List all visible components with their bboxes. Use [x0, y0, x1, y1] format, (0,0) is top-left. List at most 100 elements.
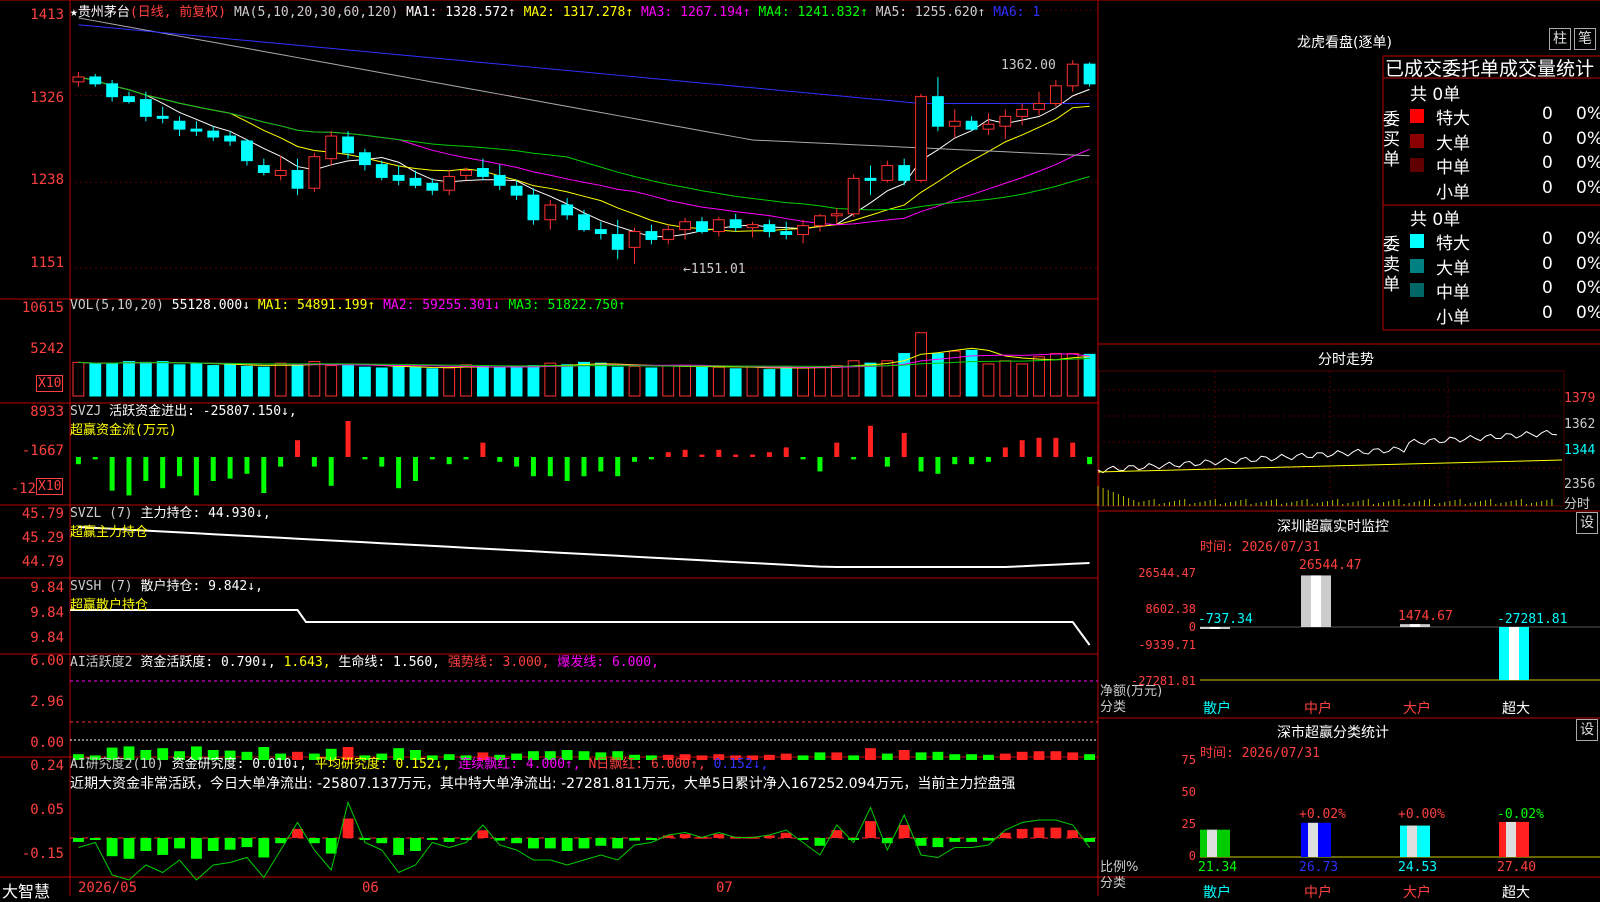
cls-value: 26.73: [1299, 860, 1339, 875]
cls-bar-highlight: [1207, 829, 1217, 857]
ai2-ytick: 0.24: [30, 758, 64, 774]
cls-category: 中户: [1304, 885, 1332, 901]
fenshi-ytick: 1344: [1564, 443, 1596, 458]
monitor-settings-button[interactable]: 设: [1576, 512, 1598, 534]
monitor-ytick: -9339.71: [1138, 638, 1196, 652]
candle-body: [156, 115, 169, 119]
sell-swatch: [1410, 307, 1424, 322]
low-price-label: ←1151.01: [683, 262, 746, 277]
ma-label: MA(5,10,20,30,60,120): [233, 5, 399, 20]
volume-bar: [712, 366, 725, 397]
sell-pct: 0%: [1576, 253, 1600, 274]
cls-category: 大户: [1403, 885, 1431, 901]
ai2-header: AI研究度2(10) 资金研究度: 0.010↓, 平均研究度: 0.152↓,…: [70, 753, 768, 772]
svzj-ytick: 8933: [30, 404, 64, 420]
research-bar: [140, 838, 152, 851]
sell-total: 共 0单: [1410, 210, 1461, 230]
research-bar: [1067, 830, 1079, 838]
cls-category: 超大: [1502, 885, 1530, 901]
candle-body: [1083, 63, 1096, 85]
volume-bar: [291, 364, 304, 397]
candle-body: [342, 136, 354, 154]
ma4-value: MA4: 1241.832↑: [758, 5, 868, 20]
research-bar: [410, 838, 421, 851]
monitor-bar-highlight: [1311, 575, 1321, 627]
buy-pct: 0%: [1576, 177, 1600, 198]
ai1-t5: 爆发线: 6.000,: [557, 655, 659, 670]
volume-bar: [89, 363, 102, 397]
candle-body: [746, 224, 759, 229]
flow-bar: [665, 452, 671, 457]
tick-mode-button[interactable]: 笔: [1574, 28, 1596, 50]
research-bar: [477, 830, 489, 838]
bar-mode-button[interactable]: 柱: [1549, 28, 1571, 50]
fenshi-ytick: 1362: [1564, 417, 1596, 432]
ma2-value: MA2: 1317.278↑: [523, 5, 634, 20]
svzl-ytick: 45.79: [21, 506, 64, 522]
svzj-header: SVZJ 活跃资金进出: -25807.150↓, 超赢资金流(万元): [70, 400, 297, 438]
candle-body: [628, 231, 641, 248]
svzj-sub: 超赢资金流(万元): [70, 423, 177, 438]
fenshi-ytick: 2356: [1564, 477, 1596, 492]
research-bar: [443, 838, 455, 842]
vol-header: VOL(5,10,20) 55128.000↓ MA1: 54891.199↑ …: [70, 298, 626, 313]
research-bar: [89, 838, 101, 840]
monitor-value: 26544.47: [1299, 558, 1362, 573]
candle-body: [241, 140, 253, 162]
svsh-value: 散户持仓: 9.842↓,: [140, 579, 263, 594]
flow-bar: [379, 457, 385, 467]
sell-label: 中单: [1436, 283, 1470, 303]
ai2-t4: N日飘红: 6.000↑,: [588, 757, 706, 772]
flow-bar: [311, 457, 317, 467]
volume-bar: [544, 362, 557, 397]
flow-bar: [480, 442, 486, 457]
volume-bar: [662, 365, 675, 397]
research-bar: [275, 838, 287, 844]
flow-bar: [969, 457, 975, 465]
buy-pct: 0%: [1576, 128, 1600, 149]
research-bar: [426, 838, 438, 840]
sell-label: 小单: [1436, 307, 1470, 328]
candle-body: [999, 115, 1012, 127]
candle-body: [696, 221, 708, 233]
svsh-label: SVSH (7): [70, 579, 133, 594]
activity-bar: [1016, 751, 1028, 760]
candle-body: [712, 219, 725, 233]
svzl-ytick: 44.79: [21, 554, 64, 570]
monitor-xlabel: 分类: [1100, 700, 1127, 715]
ma3-value: MA3: 1267.194↑: [640, 5, 751, 20]
candle-body: [881, 165, 894, 181]
flow-bar: [581, 457, 587, 477]
activity-bar: [932, 751, 944, 760]
svsh-ytick: 9.84: [30, 605, 64, 621]
sell-pct: 0%: [1576, 229, 1600, 249]
ai2-ytick: 0.05: [30, 802, 64, 818]
flow-bar: [160, 457, 166, 489]
volume-bar: [780, 366, 793, 397]
cls-ytick: 25: [1181, 817, 1196, 831]
sell-count: 0: [1542, 253, 1553, 274]
lhb-title: 龙虎看盘(逐单): [1297, 35, 1392, 51]
flow-bar: [867, 425, 873, 457]
candle-body: [729, 219, 742, 229]
volume-bar: [830, 365, 843, 397]
flow-bar: [699, 454, 705, 457]
research-bar: [157, 838, 169, 855]
svzj-label: SVZJ: [70, 404, 102, 419]
monitor-ytick: 0: [1188, 620, 1196, 634]
cls-time: 时间: 2026/07/31: [1200, 746, 1320, 761]
candle-body: [527, 194, 540, 221]
ai1-t3: 生命线: 1.560,: [338, 655, 441, 670]
volume-bar: [358, 366, 371, 397]
monitor-title: 深圳超赢实时监控: [1277, 519, 1389, 535]
vol-value: 55128.000↓: [171, 298, 251, 313]
research-bar: [1016, 828, 1028, 838]
volume-bar: [224, 363, 237, 397]
activity-bar: [898, 750, 910, 760]
flow-bar: [952, 457, 958, 465]
vol-ma2: MA2: 59255.301↓: [383, 298, 501, 313]
activity-bar: [966, 754, 978, 760]
candle-body: [948, 120, 961, 127]
research-bar: [949, 838, 961, 842]
cls-settings-button[interactable]: 设: [1576, 719, 1598, 741]
